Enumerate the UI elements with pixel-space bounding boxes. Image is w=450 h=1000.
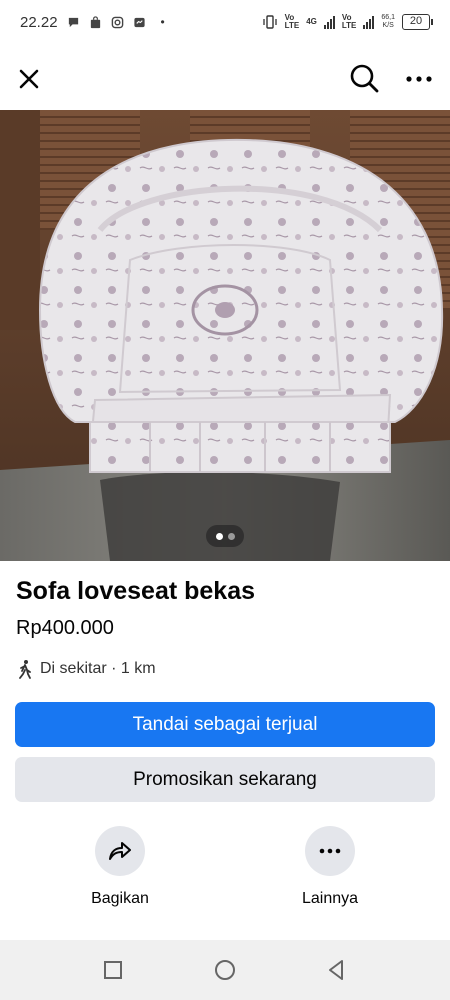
search-icon[interactable] [348, 62, 380, 94]
network-2-label: 4G [306, 17, 317, 26]
instagram-icon [111, 16, 123, 28]
share-icon [109, 842, 131, 860]
network-1-bottom: LTE [284, 21, 300, 30]
network-speed: 66,1 K/S [381, 14, 395, 30]
status-time: 22.22 [20, 13, 58, 31]
walking-icon [19, 660, 31, 679]
close-icon[interactable] [14, 64, 44, 94]
home-icon[interactable] [213, 958, 237, 982]
photo-pagination [206, 525, 244, 547]
more-options-icon[interactable] [402, 66, 436, 92]
share-button[interactable] [95, 826, 145, 876]
mark-as-sold-button[interactable]: Tandai sebagai terjual [15, 702, 435, 747]
recent-apps-icon[interactable] [101, 958, 125, 982]
more-button[interactable] [305, 826, 355, 876]
network-label-1: Vo LTE [285, 14, 300, 30]
status-bar: 22.22 • Vo LTE 4G Vo LTE 66,1 K/S 20 [0, 0, 450, 44]
network-label-3: Vo LTE [342, 14, 357, 30]
signal-bars-2-icon [363, 15, 375, 29]
location-text: Di sekitar · 1 km [40, 660, 156, 677]
share-action[interactable]: Bagikan [70, 826, 170, 908]
status-left: 22.22 • [20, 14, 165, 31]
status-right: Vo LTE 4G Vo LTE 66,1 K/S 20 [262, 14, 433, 30]
back-icon[interactable] [324, 958, 348, 982]
speed-unit: K/S [382, 22, 394, 29]
photo-dot-active [215, 532, 223, 540]
system-nav-bar [0, 940, 450, 1000]
signal-bars-1-icon [323, 15, 335, 29]
vibrate-icon [263, 15, 277, 29]
top-bar [0, 52, 450, 106]
network-label-2: 4G [306, 18, 317, 26]
more-label: Lainnya [301, 890, 359, 907]
speed-value: 66,1 [381, 14, 395, 21]
more-horizontal-icon [319, 848, 341, 854]
messenger-icon [133, 17, 145, 27]
network-3-bottom: LTE [341, 21, 357, 30]
status-dot: • [160, 15, 165, 29]
chat-bubble-icon [68, 17, 78, 27]
share-label: Bagikan [91, 890, 149, 907]
more-action[interactable]: Lainnya [280, 826, 380, 908]
listing-price: Rp400.000 [16, 617, 114, 639]
listing-photo[interactable] [0, 110, 450, 561]
sofa-photo-illustration [0, 110, 450, 561]
shopping-bag-icon [90, 15, 100, 28]
listing-location: Di sekitar · 1 km [16, 659, 156, 679]
listing-title: Sofa loveseat bekas [16, 577, 256, 605]
battery-indicator: 20 [402, 14, 433, 30]
promote-now-button[interactable]: Promosikan sekarang [15, 757, 435, 802]
photo-dot [227, 532, 235, 540]
